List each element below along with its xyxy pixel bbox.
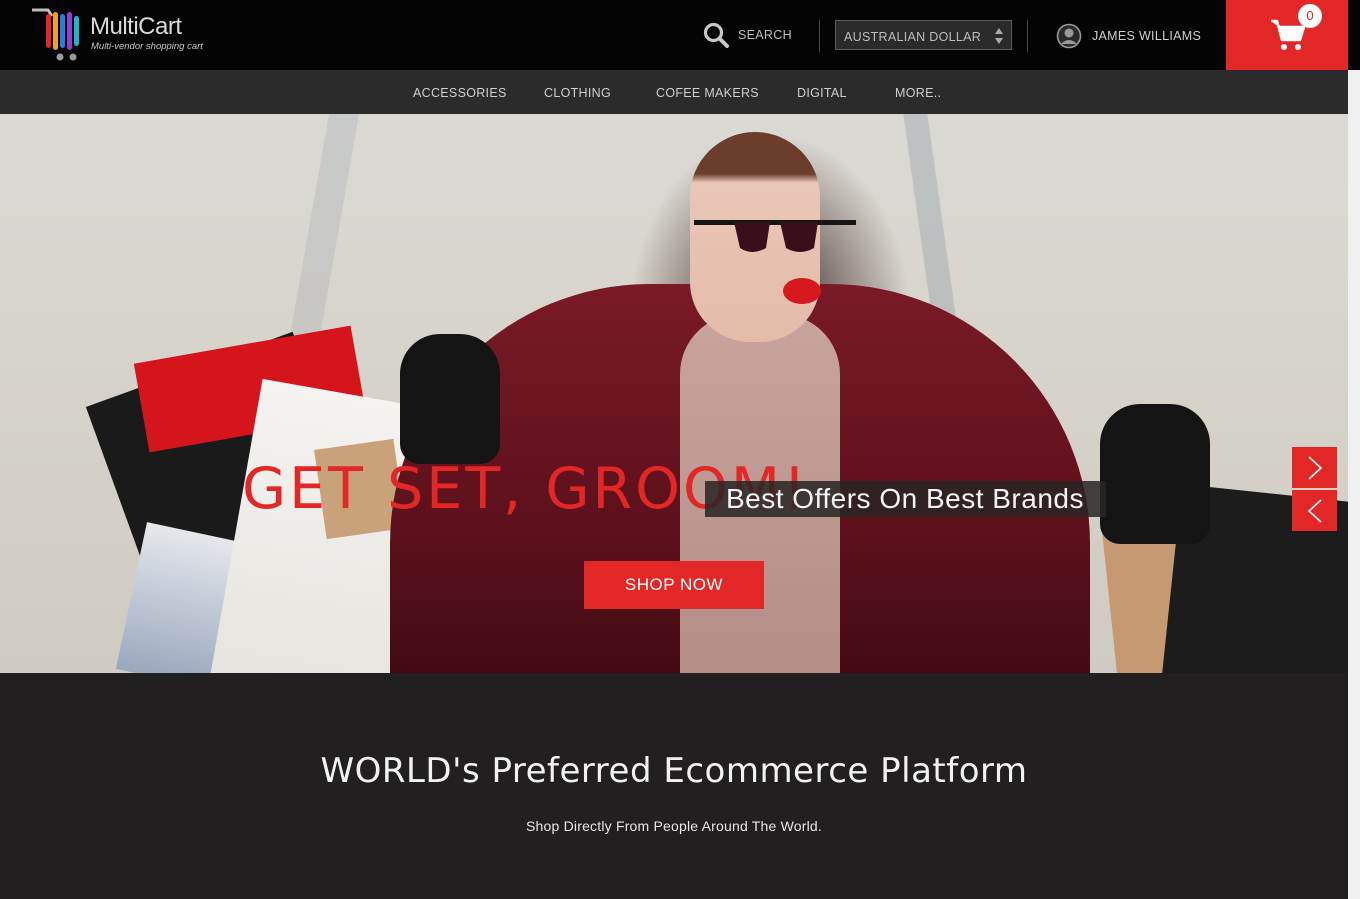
user-icon [1056,23,1082,49]
nav-item-more[interactable]: MORE.. [895,86,941,100]
user-account[interactable]: JAMES WILLIAMS [1056,20,1206,52]
model-lips-shape [783,278,821,304]
slider-prev-button[interactable] [1292,490,1337,531]
chevron-right-icon [1308,456,1323,480]
cart-button[interactable]: 0 [1226,0,1348,70]
category-nav: ACCESSORIES CLOTHING COFEE MAKERS DIGITA… [0,70,1348,114]
logo[interactable]: MultiCart Multi-vendor shopping cart [28,4,203,62]
chevron-left-icon [1307,499,1322,523]
search-button[interactable]: SEARCH [700,20,810,50]
search-label: SEARCH [738,28,792,42]
hero-tagline-box: Best Offers On Best Brands [705,481,1106,517]
promo-title: WORLD's Preferred Ecommerce Platform [320,751,1028,791]
select-arrows-icon [995,28,1003,44]
header-divider [1027,20,1028,52]
nav-item-coffee-makers[interactable]: COFEE MAKERS [656,86,759,100]
header-divider [819,20,820,52]
nav-item-clothing[interactable]: CLOTHING [544,86,611,100]
currency-selected-value: AUSTRALIAN DOLLAR [844,30,982,44]
model-glove-shape [400,334,500,464]
nav-item-digital[interactable]: DIGITAL [797,86,847,100]
logo-mark-icon [32,8,79,61]
hero-tagline: Best Offers On Best Brands [726,483,1084,514]
hero-slider: GET SET, GROOM! Best Offers On Best Bran… [0,114,1348,673]
currency-select[interactable]: AUSTRALIAN DOLLAR [835,20,1012,50]
search-icon [703,22,729,48]
model-glove-shape [1100,404,1210,544]
logo-tagline: Multi-vendor shopping cart [91,41,203,52]
sunglasses-shape [694,220,856,252]
cart-count-badge: 0 [1298,4,1322,28]
promo-section: WORLD's Preferred Ecommerce Platform Sho… [0,673,1348,899]
promo-subtitle: Shop Directly From People Around The Wor… [526,818,822,834]
shop-now-button[interactable]: SHOP NOW [584,561,764,609]
nav-item-accessories[interactable]: ACCESSORIES [413,86,507,100]
logo-name: MultiCart [90,13,182,40]
user-name: JAMES WILLIAMS [1092,29,1202,43]
page-scrollbar[interactable] [1348,70,1360,899]
slider-next-button[interactable] [1292,447,1337,488]
top-header: MultiCart Multi-vendor shopping cart SEA… [0,0,1360,70]
